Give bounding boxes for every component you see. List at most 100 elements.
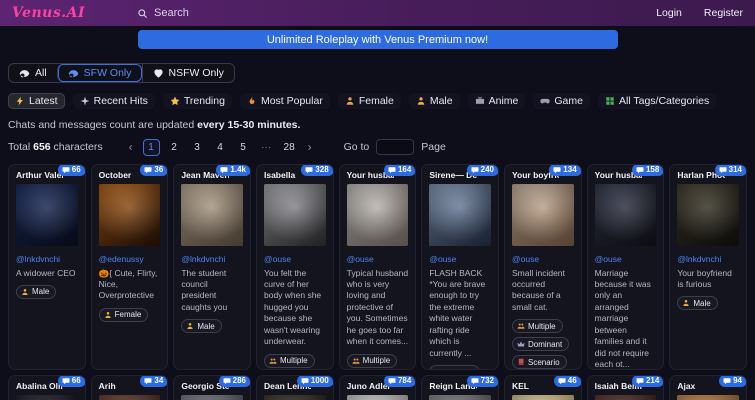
character-image [263, 183, 326, 246]
chat-count-badge: 314 [714, 164, 746, 176]
character-author[interactable]: @ouse [429, 254, 491, 264]
character-author[interactable]: @lnkdvnchi [181, 254, 243, 264]
character-description: 🎃{ Cute, Flirty, Nice, Overprotective [98, 267, 158, 301]
chat-count: 214 [645, 376, 660, 385]
tag-multiple[interactable]: Multiple [511, 319, 563, 334]
sparkle-icon [80, 96, 90, 106]
character-author[interactable]: @ouse [512, 254, 574, 264]
page-number-button[interactable]: 2 [166, 139, 183, 156]
character-card[interactable]: October 36 @edenussy 🎃{ Cute, Flirty, Ni… [90, 163, 169, 370]
chat-icon [388, 166, 396, 174]
filter-nsfw-only[interactable]: NSFW Only [141, 64, 234, 82]
character-card[interactable]: KEL 46 [503, 374, 582, 400]
character-author[interactable]: @lnkdvnchi [677, 254, 739, 264]
character-card[interactable]: Reign Landon 732 [421, 374, 499, 400]
filter-sfw-only[interactable]: SFW Only [56, 64, 142, 82]
chat-icon [471, 166, 479, 174]
tag-label: Multiple [445, 368, 473, 369]
next-page-button[interactable]: › [304, 140, 316, 154]
character-author[interactable]: @edenussy [99, 254, 161, 264]
category-tab-anime[interactable]: Anime [467, 92, 526, 109]
chat-count-badge: 784 [383, 375, 416, 387]
tag-male[interactable]: Male [677, 296, 718, 311]
person-icon [416, 96, 426, 106]
page-number-button[interactable]: 1 [142, 138, 160, 156]
category-tab-latest[interactable]: Latest [8, 92, 65, 109]
register-button[interactable]: Register [704, 7, 743, 19]
bolt-icon [15, 96, 25, 106]
tag-multiple[interactable]: Multiple [346, 353, 398, 368]
grid-icon [605, 96, 615, 106]
character-card[interactable]: Arih 34 [90, 374, 169, 400]
character-tags: Multiple Dominant Scenario Male [511, 319, 574, 369]
tag-label: Female [114, 310, 142, 320]
category-tab-trending[interactable]: Trending [162, 92, 232, 109]
people-icon [517, 322, 525, 330]
chat-count-badge: 164 [383, 164, 416, 176]
chat-icon [301, 377, 309, 385]
chat-icon [305, 166, 313, 174]
prev-page-button[interactable]: ‹ [125, 140, 137, 154]
category-tab-most-popular[interactable]: Most Popular [239, 92, 330, 109]
character-image [16, 183, 78, 246]
tag-multiple[interactable]: Multiple [429, 365, 480, 369]
character-card-grid: Arthur Valentino 66 @lnkdvnchi A widower… [0, 163, 755, 400]
page-number-button[interactable]: 28 [281, 139, 298, 156]
goto-page-input[interactable] [376, 139, 415, 155]
tag-label: Multiple [527, 321, 556, 331]
category-tab-recent-hits[interactable]: Recent Hits [72, 92, 155, 109]
heart-icon [153, 68, 164, 79]
character-card[interactable]: Sirene— Denish 240 @ouse FLASH BACK *You… [421, 163, 499, 370]
category-tab-game[interactable]: Game [533, 92, 590, 109]
character-name: October [98, 169, 132, 180]
character-card[interactable]: Your husband, Eu 158 @ouse Marriage beca… [586, 163, 665, 370]
character-card[interactable]: Dean Lennox 1000 [255, 374, 334, 400]
tag-scenario[interactable]: Scenario [511, 355, 567, 369]
update-notice: Chats and messages count are updated eve… [8, 119, 755, 131]
character-card[interactable]: Ajax 94 [669, 374, 747, 400]
tag-multiple[interactable]: Multiple [263, 353, 315, 368]
category-tab-all-tags-categories[interactable]: All Tags/Categories [597, 92, 717, 109]
character-author[interactable]: @ouse [347, 254, 409, 264]
character-card[interactable]: Abalina Olina 66 [8, 374, 86, 400]
category-label: Game [554, 94, 583, 107]
character-author[interactable]: @ouse [595, 254, 657, 264]
tag-dominant[interactable]: Dominant [511, 337, 570, 352]
page-number-button[interactable]: 3 [189, 139, 206, 156]
content-filter-group: All SFW Only NSFW Only [8, 63, 235, 83]
page-number-button[interactable]: 4 [212, 139, 229, 156]
character-card[interactable]: Your boyfriend, Ad 134 @ouse Small incid… [503, 163, 582, 370]
character-description: A widower CEO [16, 267, 76, 278]
character-card[interactable]: Isabella 328 @ouse You felt the curve of… [255, 163, 334, 370]
character-author[interactable]: @lnkdvnchi [16, 254, 78, 264]
site-logo[interactable]: Venus.AI [12, 5, 85, 21]
tag-label: Male [693, 298, 711, 308]
character-card[interactable]: Your husband, Dy 164 @ouse Typical husba… [338, 163, 417, 370]
character-card[interactable]: Isaiah Belmore 214 [586, 374, 665, 400]
search-input[interactable]: Search [137, 7, 189, 19]
character-image [346, 183, 409, 246]
character-author[interactable]: @ouse [264, 254, 326, 264]
premium-banner[interactable]: Unlimited Roleplay with Venus Premium no… [137, 30, 618, 49]
tag-female[interactable]: Female [98, 307, 149, 322]
character-card[interactable]: Juno Adler 784 [338, 374, 417, 400]
character-card[interactable]: Georgio Stefano 286 [173, 374, 251, 400]
tag-male[interactable]: Male [16, 284, 57, 299]
person-icon [21, 288, 29, 296]
category-tab-female[interactable]: Female [337, 92, 401, 109]
filter-all[interactable]: All [9, 64, 57, 82]
premium-banner-text: Unlimited Roleplay with Venus Premium no… [266, 33, 489, 46]
character-card[interactable]: Arthur Valentino 66 @lnkdvnchi A widower… [8, 163, 86, 370]
character-tags: Multiple Scenario Mature Family [263, 353, 326, 369]
character-card[interactable]: Jean Maverick 1.4k @lnkdvnchi The studen… [173, 163, 251, 370]
character-card[interactable]: Harlan Phoenix 314 @lnkdvnchi Your boyfr… [669, 163, 747, 370]
chat-icon [719, 166, 727, 174]
chat-icon [62, 166, 70, 174]
login-button[interactable]: Login [656, 7, 682, 19]
page-number-button[interactable]: 5 [235, 139, 252, 156]
category-tab-male[interactable]: Male [408, 92, 460, 109]
tag-label: Dominant [527, 339, 563, 349]
tag-male[interactable]: Male [181, 319, 222, 334]
chat-count-badge: 34 [140, 375, 168, 387]
character-description: You felt the curve of her body when she … [263, 267, 322, 347]
